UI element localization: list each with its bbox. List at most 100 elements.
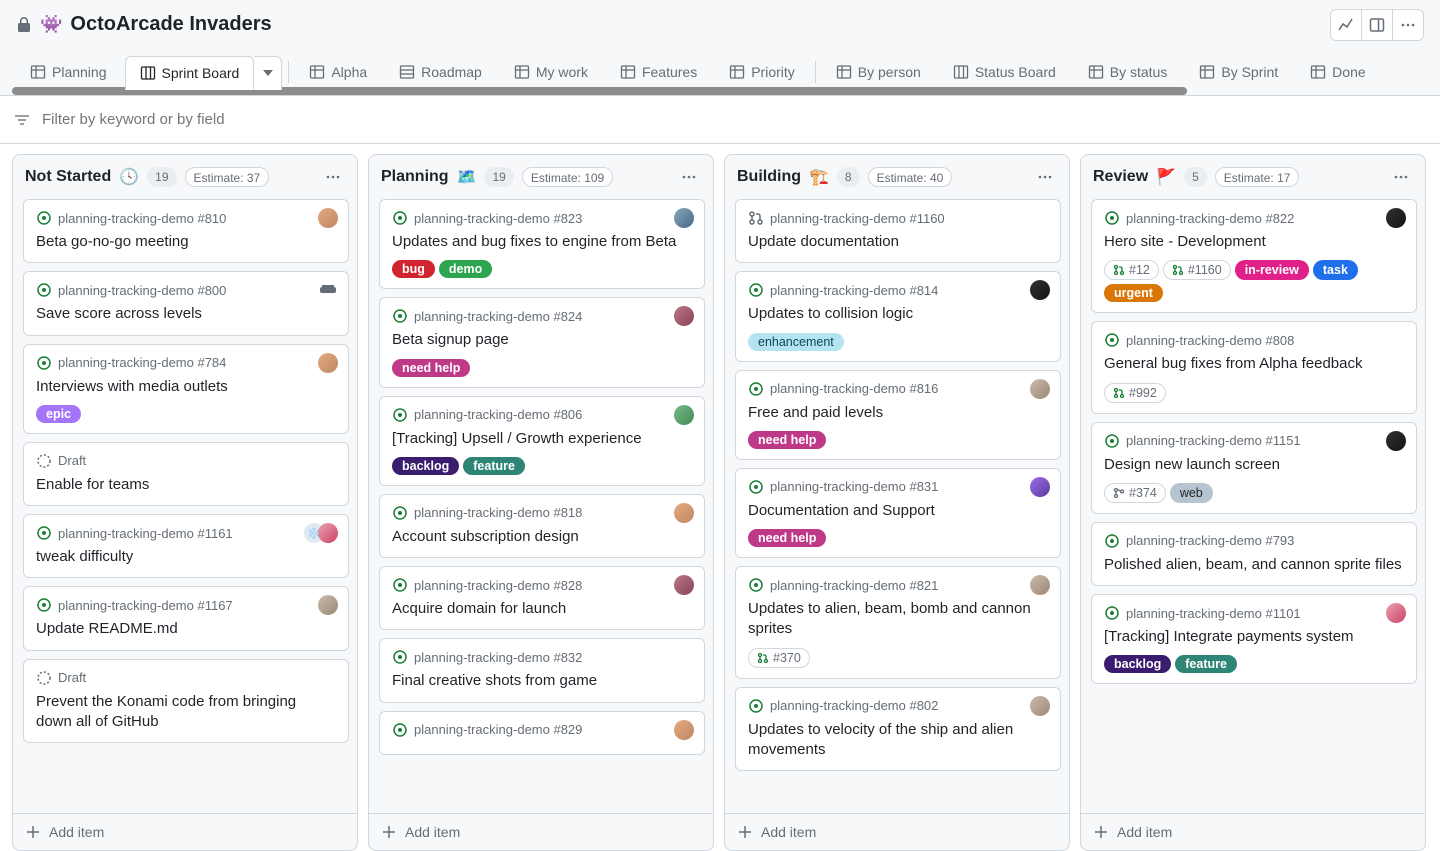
add-item-button[interactable]: Add item (369, 813, 713, 850)
filter-icon[interactable] (12, 110, 32, 130)
assignee-avatar[interactable] (674, 575, 694, 595)
view-tab[interactable]: By person (822, 56, 935, 88)
card-repo-ref[interactable]: planning-tracking-demo #808 (1126, 333, 1294, 348)
column-title[interactable]: Review (1093, 168, 1148, 186)
assignee-avatar[interactable] (1386, 208, 1406, 228)
card-repo-ref[interactable]: planning-tracking-demo #806 (414, 407, 582, 422)
card-repo-ref[interactable]: planning-tracking-demo #818 (414, 505, 582, 520)
label-badge[interactable]: enhancement (748, 333, 844, 351)
card-title[interactable]: tweak difficulty (36, 547, 336, 567)
view-tab[interactable]: Roadmap (385, 56, 496, 88)
card-title[interactable]: [Tracking] Upsell / Growth experience (392, 429, 692, 449)
label-badge[interactable]: feature (1175, 655, 1237, 673)
assignee-avatar[interactable] (1030, 696, 1050, 716)
card-repo-ref[interactable]: Draft (58, 670, 86, 685)
assignee-avatar[interactable] (1030, 575, 1050, 595)
column-menu-button[interactable] (1389, 165, 1413, 189)
card-title[interactable]: Updates to alien, beam, bomb and cannon … (748, 599, 1048, 640)
label-badge[interactable]: in-review (1235, 260, 1309, 280)
card-repo-ref[interactable]: planning-tracking-demo #822 (1126, 211, 1294, 226)
view-tab[interactable]: Status Board (939, 56, 1070, 88)
column-cards[interactable]: planning-tracking-demo #823 Updates and b… (369, 199, 713, 813)
label-badge[interactable]: need help (748, 529, 826, 547)
column-cards[interactable]: planning-tracking-demo #810 Beta go-no-go… (13, 199, 357, 813)
view-tab[interactable]: By Sprint (1185, 56, 1292, 88)
card-repo-ref[interactable]: planning-tracking-demo #821 (770, 578, 938, 593)
assignee-avatar[interactable] (674, 405, 694, 425)
card-title[interactable]: Final creative shots from game (392, 671, 692, 691)
card-title[interactable]: Updates to collision logic (748, 304, 1048, 324)
label-badge[interactable]: feature (463, 457, 525, 475)
issue-card[interactable]: planning-tracking-demo #818Account subsc… (379, 494, 705, 558)
card-title[interactable]: Prevent the Konami code from bringing do… (36, 692, 336, 733)
add-item-button[interactable]: Add item (13, 813, 357, 850)
more-menu-button[interactable] (1392, 9, 1424, 41)
card-title[interactable]: [Tracking] Integrate payments system (1104, 627, 1404, 647)
label-badge[interactable]: backlog (392, 457, 459, 475)
project-title[interactable]: OctoArcade Invaders (70, 13, 271, 36)
card-repo-ref[interactable]: planning-tracking-demo #823 (414, 211, 582, 226)
assignee-avatar[interactable] (674, 720, 694, 740)
card-title[interactable]: Documentation and Support (748, 501, 1048, 521)
card-repo-ref[interactable]: planning-tracking-demo #810 (58, 211, 226, 226)
label-badge[interactable]: web (1170, 483, 1213, 503)
tab-options-button[interactable] (254, 56, 282, 90)
card-title[interactable]: Updates to velocity of the ship and alie… (748, 720, 1048, 761)
linked-pr-badge[interactable]: #374 (1104, 483, 1166, 503)
assignee-avatar[interactable] (1386, 603, 1406, 623)
issue-card[interactable]: planning-tracking-demo #1167Update READM… (23, 586, 349, 650)
card-repo-ref[interactable]: planning-tracking-demo #814 (770, 283, 938, 298)
card-repo-ref[interactable]: planning-tracking-demo #828 (414, 578, 582, 593)
column-title[interactable]: Planning (381, 168, 449, 186)
card-repo-ref[interactable]: planning-tracking-demo #831 (770, 479, 938, 494)
insights-button[interactable] (1330, 9, 1362, 41)
card-title[interactable]: Polished alien, beam, and cannon sprite … (1104, 555, 1404, 575)
issue-card[interactable]: planning-tracking-demo #806 [Tracking] Up… (379, 396, 705, 486)
card-repo-ref[interactable]: planning-tracking-demo #829 (414, 722, 582, 737)
card-title[interactable]: General bug fixes from Alpha feedback (1104, 354, 1404, 374)
issue-card[interactable]: planning-tracking-demo #821 Updates to al… (735, 566, 1061, 679)
card-title[interactable]: Free and paid levels (748, 403, 1048, 423)
view-tab[interactable]: Features (606, 56, 711, 88)
issue-card[interactable]: planning-tracking-demo #1161 tweak diffic… (23, 514, 349, 578)
linked-pr-badge[interactable]: #1160 (1163, 260, 1231, 280)
column-cards[interactable]: planning-tracking-demo #822Hero site - D… (1081, 199, 1425, 813)
add-item-button[interactable]: Add item (1081, 813, 1425, 850)
card-repo-ref[interactable]: planning-tracking-demo #1160 (770, 211, 945, 226)
linked-pr-badge[interactable]: #992 (1104, 383, 1166, 403)
issue-card[interactable]: planning-tracking-demo #824Beta signup p… (379, 297, 705, 387)
issue-card[interactable]: planning-tracking-demo #822Hero site - D… (1091, 199, 1417, 313)
issue-card[interactable]: Draft Prevent the Konami code from bringi… (23, 659, 349, 744)
panel-toggle-button[interactable] (1361, 9, 1393, 41)
assignee-avatar[interactable] (318, 208, 338, 228)
card-repo-ref[interactable]: planning-tracking-demo #1151 (1126, 433, 1301, 448)
label-badge[interactable]: urgent (1104, 284, 1163, 302)
card-repo-ref[interactable]: planning-tracking-demo #1161 (58, 526, 233, 541)
issue-card[interactable]: planning-tracking-demo #831 Documentation… (735, 468, 1061, 558)
card-title[interactable]: Update documentation (748, 232, 1048, 252)
card-title[interactable]: Acquire domain for launch (392, 599, 692, 619)
issue-card[interactable]: planning-tracking-demo #828 Acquire domai… (379, 566, 705, 630)
card-repo-ref[interactable]: Draft (58, 453, 86, 468)
card-title[interactable]: Updates and bug fixes to engine from Bet… (392, 232, 692, 252)
column-title[interactable]: Not Started (25, 168, 111, 186)
view-tab[interactable]: Planning (16, 56, 121, 88)
label-badge[interactable]: bug (392, 260, 435, 278)
issue-card[interactable]: DraftEnable for teams (23, 442, 349, 506)
issue-card[interactable]: planning-tracking-demo #823 Updates and b… (379, 199, 705, 289)
filter-input[interactable] (40, 110, 1428, 129)
linked-pr-badge[interactable]: #12 (1104, 260, 1159, 280)
card-title[interactable]: Save score across levels (36, 304, 336, 324)
card-title[interactable]: Beta go-no-go meeting (36, 232, 336, 252)
linked-pr-badge[interactable]: #370 (748, 648, 810, 668)
add-item-button[interactable]: Add item (725, 813, 1069, 850)
issue-card[interactable]: planning-tracking-demo #816 Free and paid… (735, 370, 1061, 460)
issue-card[interactable]: planning-tracking-demo #800 Save score ac… (23, 271, 349, 335)
view-tab[interactable]: By status (1074, 56, 1182, 88)
card-repo-ref[interactable]: planning-tracking-demo #816 (770, 381, 938, 396)
column-menu-button[interactable] (677, 165, 701, 189)
assignee-avatar[interactable] (1030, 379, 1050, 399)
card-title[interactable]: Design new launch screen (1104, 455, 1404, 475)
card-repo-ref[interactable]: planning-tracking-demo #800 (58, 283, 226, 298)
issue-card[interactable]: planning-tracking-demo #808 General bug f… (1091, 321, 1417, 413)
